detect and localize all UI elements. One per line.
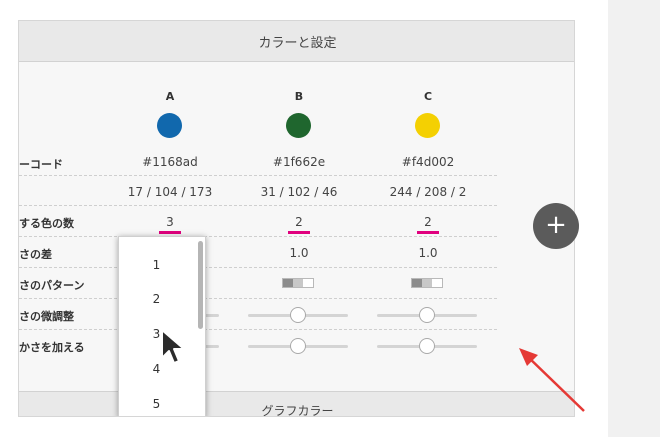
dropdown-option-1[interactable]: 1 xyxy=(119,258,194,272)
add-button[interactable]: + xyxy=(533,203,579,249)
panel-title: カラーと設定 xyxy=(258,35,337,51)
fine-tune-slider-b[interactable] xyxy=(248,307,348,323)
count-underline-c xyxy=(417,231,439,234)
row-label-color-count: する色の数 xyxy=(19,217,74,230)
graph-color-title: グラフカラー xyxy=(261,404,334,417)
graph-color-section-header[interactable]: グラフカラー xyxy=(19,391,574,417)
count-select-b[interactable]: 2 xyxy=(244,215,354,234)
count-value-a: 3 xyxy=(166,215,174,229)
row-brightness-pattern: さのパターン xyxy=(19,268,497,299)
color-settings-panel: カラーと設定 A B C ーコード #1168ad #1f662e #f4d00… xyxy=(18,20,575,417)
fine-tune-slider-c[interactable] xyxy=(377,307,477,323)
row-rgb: 17 / 104 / 173 31 / 102 / 46 244 / 208 /… xyxy=(19,176,497,206)
add-brightness-slider-b[interactable] xyxy=(248,338,348,354)
dropdown-option-2[interactable]: 2 xyxy=(119,292,194,306)
row-label-fine-tune: さの微調整 xyxy=(19,310,74,323)
row-add-brightness: かさを加える xyxy=(19,330,497,361)
row-brightness-diff: さの差 1.0 1.0 xyxy=(19,237,497,268)
side-pane xyxy=(608,0,660,437)
fine-tune-thumb-b[interactable] xyxy=(290,307,306,323)
row-color-count: する色の数 3 2 2 xyxy=(19,206,497,237)
column-header-a: A xyxy=(165,90,175,103)
color-swatch-a[interactable] xyxy=(157,113,182,138)
row-brightness-fine-tune: さの微調整 xyxy=(19,299,497,330)
diff-value-c[interactable]: 1.0 xyxy=(373,246,483,260)
count-value-c: 2 xyxy=(424,215,432,229)
rgb-value-b: 31 / 102 / 46 xyxy=(260,185,338,199)
row-label-add-brightness: かさを加える xyxy=(19,341,85,354)
add-brightness-slider-c[interactable] xyxy=(377,338,477,354)
row-color-code: ーコード #1168ad #1f662e #f4d002 xyxy=(19,148,497,176)
count-value-b: 2 xyxy=(295,215,303,229)
panel-header: カラーと設定 xyxy=(19,21,574,62)
color-swatch-b[interactable] xyxy=(286,113,311,138)
hex-value-a[interactable]: #1168ad xyxy=(115,155,225,169)
fine-tune-thumb-c[interactable] xyxy=(419,307,435,323)
hex-value-b[interactable]: #1f662e xyxy=(244,155,354,169)
pattern-toggle-c[interactable] xyxy=(411,278,443,288)
add-brightness-thumb-b[interactable] xyxy=(290,338,306,354)
rgb-value-c: 244 / 208 / 2 xyxy=(389,185,467,199)
count-underline-a xyxy=(159,231,181,234)
count-select-a[interactable]: 3 xyxy=(115,215,225,234)
column-header-b: B xyxy=(294,90,304,103)
color-count-dropdown[interactable]: 1 2 3 4 5 xyxy=(118,236,206,416)
diff-value-b[interactable]: 1.0 xyxy=(244,246,354,260)
count-select-c[interactable]: 2 xyxy=(373,215,483,234)
annotation-arrow-icon xyxy=(519,348,585,412)
plus-icon: + xyxy=(545,210,567,240)
color-swatch-c[interactable] xyxy=(415,113,440,138)
row-label-brightness-pattern: さのパターン xyxy=(19,279,85,292)
row-label-color-code: ーコード xyxy=(19,158,63,171)
add-brightness-thumb-c[interactable] xyxy=(419,338,435,354)
mouse-cursor-icon xyxy=(161,329,185,364)
row-label-brightness-diff: さの差 xyxy=(19,248,52,261)
dropdown-option-5[interactable]: 5 xyxy=(119,397,194,411)
count-underline-b xyxy=(288,231,310,234)
pattern-toggle-b[interactable] xyxy=(282,278,314,288)
dropdown-scrollbar[interactable] xyxy=(198,241,203,329)
screen: カラーと設定 A B C ーコード #1168ad #1f662e #f4d00… xyxy=(0,0,660,437)
rgb-value-a: 17 / 104 / 173 xyxy=(127,185,213,199)
hex-value-c[interactable]: #f4d002 xyxy=(373,155,483,169)
column-header-c: C xyxy=(423,90,433,103)
